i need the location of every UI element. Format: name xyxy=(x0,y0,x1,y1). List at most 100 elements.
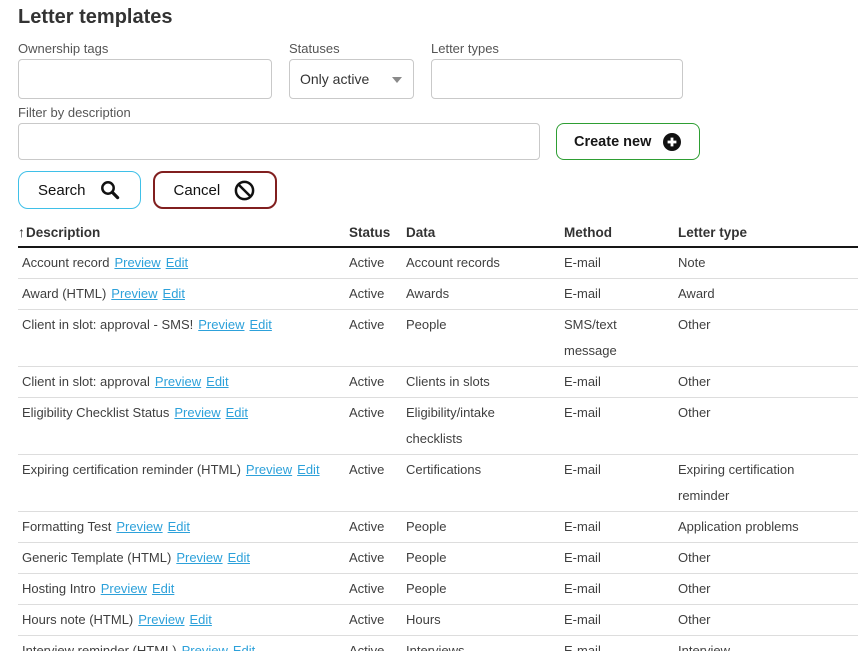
cell-status: Active xyxy=(349,310,406,367)
prohibition-icon xyxy=(233,179,256,202)
cell-description: Generic Template (HTML) Preview Edit xyxy=(18,543,349,574)
cell-data: Interviews xyxy=(406,636,564,651)
cell-method: E-mail xyxy=(564,367,678,398)
search-button[interactable]: Search xyxy=(18,171,141,209)
cell-description: Formatting Test Preview Edit xyxy=(18,512,349,543)
description-text: Award (HTML) xyxy=(22,286,106,301)
cell-description: Client in slot: approval - SMS! Preview Ed… xyxy=(18,310,349,367)
preview-link[interactable]: Preview xyxy=(111,286,157,301)
cell-description: Eligibility Checklist StatusPreviewEdit xyxy=(18,398,349,455)
action-button-row: Search Cancel xyxy=(18,171,868,209)
cell-letter-type: Note xyxy=(678,247,858,279)
search-label: Search xyxy=(38,182,86,199)
edit-link[interactable]: Edit xyxy=(152,581,174,596)
edit-link[interactable]: Edit xyxy=(168,519,190,534)
create-new-label: Create new xyxy=(574,134,651,150)
edit-link[interactable]: Edit xyxy=(226,405,248,420)
cell-letter-type: Other xyxy=(678,605,858,636)
ownership-tags-input[interactable] xyxy=(18,59,272,99)
preview-link[interactable]: Preview xyxy=(182,643,228,651)
column-header-description[interactable]: ↑Description xyxy=(18,222,349,247)
cell-description: Hours note (HTML)PreviewEdit xyxy=(18,605,349,636)
column-header-status[interactable]: Status xyxy=(349,222,406,247)
filter-description-field: Filter by description xyxy=(18,105,540,160)
cell-data: People xyxy=(406,543,564,574)
cell-status: Active xyxy=(349,247,406,279)
cell-method: E-mail xyxy=(564,247,678,279)
cancel-button[interactable]: Cancel xyxy=(153,171,278,209)
cell-status: Active xyxy=(349,543,406,574)
table-row: Formatting TestPreviewEditActivePeopleE-… xyxy=(18,512,858,543)
table-body: Account recordPreviewEditActiveAccount r… xyxy=(18,247,858,651)
plus-circle-icon xyxy=(662,132,682,152)
cell-method: E-mail xyxy=(564,543,678,574)
table-row: Hosting IntroPreviewEditActivePeopleE-ma… xyxy=(18,574,858,605)
cell-letter-type: Other xyxy=(678,543,858,574)
cell-status: Active xyxy=(349,367,406,398)
cell-letter-type: Other xyxy=(678,574,858,605)
filter-description-label: Filter by description xyxy=(18,105,540,120)
page-title: Letter templates xyxy=(18,6,868,29)
column-header-data[interactable]: Data xyxy=(406,222,564,247)
description-text: Hosting Intro xyxy=(22,581,96,596)
statuses-label: Statuses xyxy=(289,41,414,56)
cell-method: E-mail xyxy=(564,574,678,605)
preview-link[interactable]: Preview xyxy=(174,405,220,420)
description-text: Account record xyxy=(22,255,109,270)
column-header-label: Status xyxy=(349,225,390,240)
preview-link[interactable]: Preview xyxy=(155,374,201,389)
preview-link[interactable]: Preview xyxy=(114,255,160,270)
table-row: Client in slot: approval - SMS! Preview Ed… xyxy=(18,310,858,367)
preview-link[interactable]: Preview xyxy=(116,519,162,534)
preview-link[interactable]: Preview xyxy=(176,550,222,565)
cell-status: Active xyxy=(349,512,406,543)
edit-link[interactable]: Edit xyxy=(228,550,250,565)
filter-description-input[interactable] xyxy=(18,123,540,160)
table-row: Account record Preview Edit ActiveAccount r… xyxy=(18,247,858,279)
column-header-letter-type[interactable]: Letter type xyxy=(678,222,858,247)
preview-link[interactable]: Preview xyxy=(198,317,244,332)
edit-link[interactable]: Edit xyxy=(163,286,185,301)
statuses-field: Statuses Only active xyxy=(289,41,414,99)
letter-templates-table: ↑Description Status Data Method Letter t… xyxy=(18,222,858,651)
ownership-tags-field: Ownership tags xyxy=(18,41,272,99)
cell-method: E-mail xyxy=(564,398,678,455)
edit-link[interactable]: Edit xyxy=(249,317,271,332)
column-header-method[interactable]: Method xyxy=(564,222,678,247)
edit-link[interactable]: Edit xyxy=(166,255,188,270)
table-header-row: ↑Description Status Data Method Letter t… xyxy=(18,222,858,247)
letter-types-input[interactable] xyxy=(431,59,683,99)
cell-description: Client in slot: approval Preview Edit xyxy=(18,367,349,398)
cell-data: Account records xyxy=(406,247,564,279)
description-text: Client in slot: approval xyxy=(22,374,150,389)
cell-status: Active xyxy=(349,605,406,636)
preview-link[interactable]: Preview xyxy=(138,612,184,627)
cell-data: People xyxy=(406,574,564,605)
description-text: Formatting Test xyxy=(22,519,111,534)
edit-link[interactable]: Edit xyxy=(190,612,212,627)
cell-method: E-mail xyxy=(564,455,678,512)
edit-link[interactable]: Edit xyxy=(233,643,255,651)
description-text: Generic Template (HTML) xyxy=(22,550,171,565)
cancel-label: Cancel xyxy=(174,182,221,199)
cell-data: Clients in slots xyxy=(406,367,564,398)
preview-link[interactable]: Preview xyxy=(101,581,147,596)
cell-data: Awards xyxy=(406,279,564,310)
preview-link[interactable]: Preview xyxy=(246,462,292,477)
description-text: Interview reminder (HTML) xyxy=(22,643,177,651)
edit-link[interactable]: Edit xyxy=(206,374,228,389)
cell-method: E-mail xyxy=(564,605,678,636)
cell-letter-type: Other xyxy=(678,310,858,367)
column-header-label: Method xyxy=(564,225,612,240)
edit-link[interactable]: Edit xyxy=(297,462,319,477)
cell-letter-type: Other xyxy=(678,398,858,455)
cell-letter-type: Interview xyxy=(678,636,858,651)
cell-description: Account record Preview Edit xyxy=(18,247,349,279)
cell-data: Certifications xyxy=(406,455,564,512)
letter-types-label: Letter types xyxy=(431,41,683,56)
statuses-select[interactable]: Only active xyxy=(289,59,414,99)
description-text: Client in slot: approval - SMS! xyxy=(22,317,193,332)
table-row: Eligibility Checklist StatusPreviewEditA… xyxy=(18,398,858,455)
create-new-button[interactable]: Create new xyxy=(556,123,700,160)
letter-types-field: Letter types xyxy=(431,41,683,99)
